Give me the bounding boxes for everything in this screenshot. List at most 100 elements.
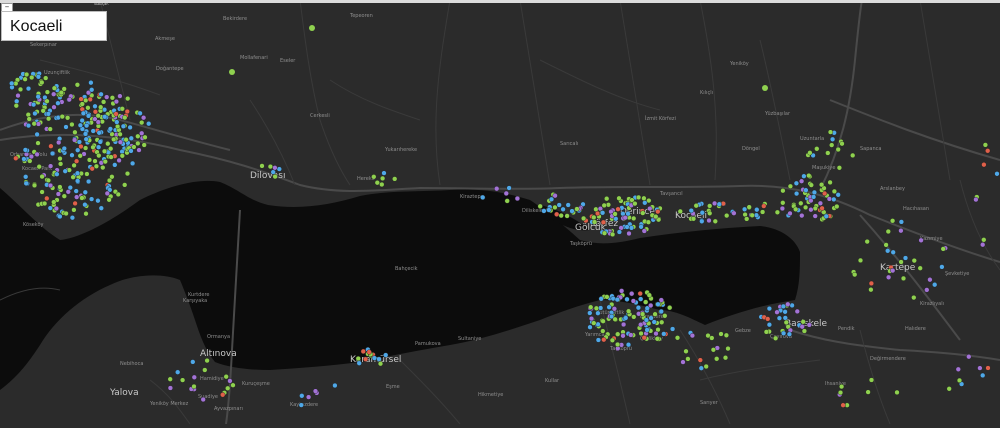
map-point-blue[interactable] <box>80 110 87 116</box>
map-point-blue[interactable] <box>120 123 127 129</box>
map-point-blue[interactable] <box>112 162 118 168</box>
map-point-purple[interactable] <box>890 268 896 274</box>
map-point-blue[interactable] <box>332 382 338 389</box>
map-point-blue[interactable] <box>776 315 783 321</box>
map-point-green[interactable] <box>825 150 831 156</box>
map-point-blue[interactable] <box>669 326 676 332</box>
map-point-green[interactable] <box>39 189 45 195</box>
map-point-blue[interactable] <box>298 402 304 408</box>
map-point-blue[interactable] <box>83 122 90 129</box>
map-point-blue[interactable] <box>107 126 114 132</box>
map-point-green[interactable] <box>17 86 24 93</box>
map-point-green[interactable] <box>654 336 660 342</box>
map-point-green[interactable] <box>600 328 606 334</box>
map-layer[interactable]: DilovasıGölcükDerinceKocaeliKörfezBaşisk… <box>0 0 1000 425</box>
map-point-blue[interactable] <box>506 185 512 191</box>
map-point-green[interactable] <box>35 140 41 146</box>
map-point-green[interactable] <box>780 188 786 194</box>
map-point-blue[interactable] <box>644 327 650 333</box>
map-point-green[interactable] <box>749 212 755 218</box>
map-point-green[interactable] <box>802 204 809 211</box>
map-point-purple[interactable] <box>706 217 712 224</box>
map-point-purple[interactable] <box>980 242 986 248</box>
map-point-green[interactable] <box>600 318 606 324</box>
map-point-green[interactable] <box>96 153 102 159</box>
map-point-green[interactable] <box>604 294 610 300</box>
map-point-green[interactable] <box>640 210 646 216</box>
map-point-green[interactable] <box>106 177 113 184</box>
map-point-green[interactable] <box>64 115 71 121</box>
map-point-green[interactable] <box>635 194 642 201</box>
map-point-blue[interactable] <box>766 306 773 312</box>
map-point-green[interactable] <box>90 144 96 150</box>
map-point-green[interactable] <box>783 319 789 326</box>
map-point-green[interactable] <box>674 335 681 341</box>
map-point-green[interactable] <box>703 363 709 370</box>
map-point-purple[interactable] <box>494 186 500 192</box>
map-point-green[interactable] <box>574 206 580 212</box>
map-point-green[interactable] <box>72 129 78 135</box>
map-point-purple[interactable] <box>924 287 930 293</box>
map-point-blue[interactable] <box>95 144 102 150</box>
map-point-blue[interactable] <box>565 202 571 208</box>
map-point-green[interactable] <box>101 148 108 154</box>
map-point-purple[interactable] <box>680 359 686 365</box>
map-point-blue[interactable] <box>569 208 575 214</box>
map-point-green[interactable] <box>504 198 510 204</box>
map-point-green[interactable] <box>837 390 844 396</box>
map-point-green[interactable] <box>868 287 874 293</box>
map-point-blue[interactable] <box>560 206 566 212</box>
map-point-green[interactable] <box>808 182 814 188</box>
map-point-green[interactable] <box>225 385 231 391</box>
map-point-blue[interactable] <box>638 224 644 230</box>
map-point-green[interactable] <box>838 384 845 390</box>
map-point-purple[interactable] <box>658 297 664 303</box>
map-point-blue[interactable] <box>74 178 81 184</box>
map-point-blue[interactable] <box>276 166 282 172</box>
map-point-blue[interactable] <box>88 80 94 86</box>
map-point-blue[interactable] <box>25 122 32 129</box>
map-point-green[interactable] <box>653 214 659 220</box>
map-point-green[interactable] <box>29 74 35 81</box>
map-point-blue[interactable] <box>635 305 642 311</box>
map-point-green[interactable] <box>690 216 697 222</box>
map-point-green[interactable] <box>857 257 864 264</box>
map-point-green[interactable] <box>746 204 752 210</box>
map-point-red[interactable] <box>220 392 226 398</box>
map-point-green[interactable] <box>834 203 840 210</box>
map-point-green[interactable] <box>272 174 278 180</box>
map-point-blue[interactable] <box>130 160 136 167</box>
map-point-green[interactable] <box>26 116 32 122</box>
map-point-red[interactable] <box>655 209 661 215</box>
map-point-green[interactable] <box>787 183 794 189</box>
map-point-blue[interactable] <box>54 171 60 177</box>
map-point-green[interactable] <box>632 201 638 207</box>
map-point-purple[interactable] <box>806 322 812 328</box>
map-point-green[interactable] <box>868 377 875 383</box>
map-point-green[interactable] <box>724 213 730 219</box>
map-point-blue[interactable] <box>137 110 143 116</box>
map-point-purple[interactable] <box>47 182 54 189</box>
map-point-green[interactable] <box>114 123 121 130</box>
map-point-red[interactable] <box>89 166 95 172</box>
map-point-green[interactable] <box>744 216 750 222</box>
map-point-blue[interactable] <box>128 135 134 141</box>
map-point-purple[interactable] <box>66 96 72 103</box>
map-point-blue[interactable] <box>480 194 486 201</box>
map-point-purple[interactable] <box>826 196 833 202</box>
map-point-purple[interactable] <box>167 385 174 391</box>
map-point-green[interactable] <box>645 219 652 225</box>
map-point-green[interactable] <box>204 358 210 364</box>
map-point-blue[interactable] <box>383 352 389 358</box>
map-pin-icon[interactable] <box>309 25 315 31</box>
map-point-green[interactable] <box>57 184 63 190</box>
map-point-blue[interactable] <box>698 365 704 371</box>
map-point-green[interactable] <box>167 376 173 382</box>
map-point-blue[interactable] <box>25 85 32 92</box>
map-point-green[interactable] <box>806 173 812 179</box>
map-point-red[interactable] <box>113 111 119 117</box>
map-point-green[interactable] <box>609 231 616 238</box>
map-point-blue[interactable] <box>77 122 84 128</box>
map-point-blue[interactable] <box>648 315 654 321</box>
map-point-green[interactable] <box>79 195 85 201</box>
